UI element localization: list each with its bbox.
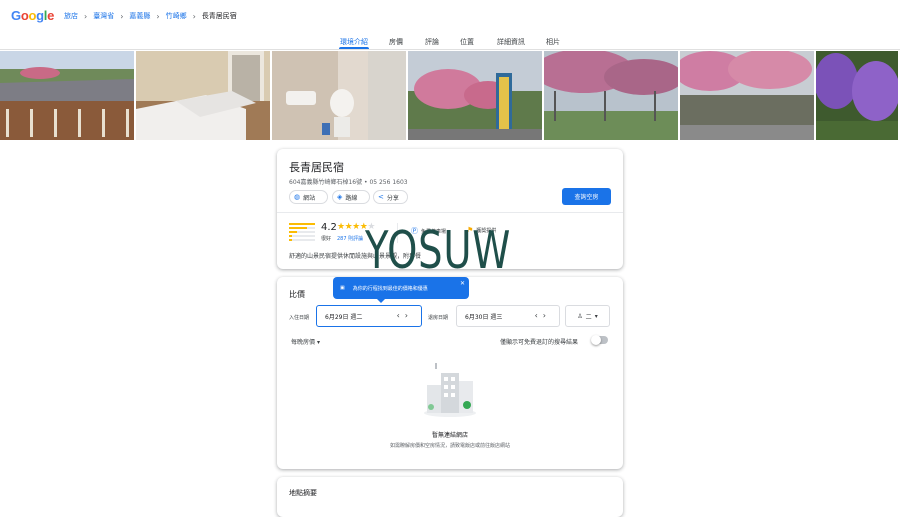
tab-details[interactable]: 詳細資訊 xyxy=(497,37,525,47)
tab-overview[interactable]: 環境介紹 xyxy=(340,37,368,47)
tooltip-arrow xyxy=(377,299,385,303)
chevron-right-icon: › xyxy=(120,11,124,21)
directions-button[interactable]: ◈ 路線 xyxy=(332,190,370,204)
location-card: 地點摘要 xyxy=(277,477,623,517)
per-night-label: 每晚房價 xyxy=(291,339,316,346)
date-stepper-icons[interactable]: ‹› xyxy=(397,311,413,320)
chevron-right-icon: › xyxy=(84,11,88,21)
prices-card: 比價 ▣ 為你的行程找到最佳的價格和優惠 ✕ 入住日期 6月29日 週二 ‹› … xyxy=(277,277,623,469)
photo-garden[interactable] xyxy=(544,51,678,140)
toggle-knob xyxy=(591,335,601,345)
active-tab-indicator xyxy=(339,47,369,49)
prices-title: 比價 xyxy=(289,290,305,299)
guests-selector[interactable]: ♙ 二 ▾ xyxy=(565,305,610,327)
photo-bedroom[interactable] xyxy=(136,51,270,140)
rating-word: 很好 xyxy=(321,236,332,242)
tab-reviews[interactable]: 評論 xyxy=(425,37,439,47)
checkin-value: 6月29日 週二 xyxy=(325,313,363,321)
person-icon: ♙ xyxy=(577,312,583,320)
photo-strip xyxy=(0,51,900,140)
checkout-value: 6月30日 週三 xyxy=(465,313,503,321)
per-night-dropdown[interactable]: 每晚房價 ▾ xyxy=(291,337,320,346)
checkout-date-field[interactable]: 6月30日 週三 ‹› xyxy=(456,305,560,327)
watermark-text: YOSUW xyxy=(365,221,512,281)
empty-state-subtitle: 如需瞭解房價和空房情況，請致電飯店或前往飯店網站 xyxy=(389,443,510,449)
chevron-down-icon: ▾ xyxy=(594,312,598,320)
top-bar: Google 旅店 › 臺灣省 › 嘉義縣 › 竹崎鄉 › 長青居民宿 xyxy=(0,0,900,30)
breadcrumb: 旅店 › 臺灣省 › 嘉義縣 › 竹崎鄉 › 長青居民宿 xyxy=(64,11,237,21)
directions-icon: ◈ xyxy=(337,193,343,201)
date-stepper-icons[interactable]: ‹› xyxy=(535,311,551,320)
star-icon: ★ xyxy=(352,222,360,232)
free-cancel-label: 僅顯示可免費退訂的搜尋結果 xyxy=(500,339,579,346)
chevron-down-icon: ▾ xyxy=(316,339,320,346)
guests-value: 二 xyxy=(585,313,592,321)
tab-photos[interactable]: 相片 xyxy=(546,37,560,47)
share-label: 分享 xyxy=(386,194,399,202)
tab-prices[interactable]: 房價 xyxy=(389,37,403,47)
free-cancel-toggle[interactable] xyxy=(591,335,608,345)
card-divider xyxy=(277,212,623,213)
breadcrumb-link[interactable]: 臺灣省 xyxy=(93,11,114,21)
photo-bathroom[interactable] xyxy=(272,51,406,140)
photo-building[interactable] xyxy=(0,51,134,140)
logo-letter: g xyxy=(36,8,44,23)
logo-letter: e xyxy=(47,8,55,23)
checkout-label: 退房日期 xyxy=(428,315,449,321)
photo-blossoms[interactable] xyxy=(680,51,814,140)
google-logo[interactable]: Google xyxy=(11,8,54,23)
tab-location[interactable]: 位置 xyxy=(460,37,474,47)
rating-distribution xyxy=(289,223,315,243)
no-results-illustration xyxy=(424,363,476,417)
share-icon: < xyxy=(378,193,384,201)
share-button[interactable]: < 分享 xyxy=(373,190,408,204)
breadcrumb-link[interactable]: 嘉義縣 xyxy=(129,11,150,21)
breadcrumb-current: 長青居民宿 xyxy=(201,12,237,20)
chevron-right-icon: › xyxy=(192,11,196,21)
hotel-name: 長青居民宿 xyxy=(289,161,344,174)
checkin-date-field[interactable]: 6月29日 週二 ‹› xyxy=(316,305,422,327)
empty-state-title: 暫無連結網店 xyxy=(431,432,468,439)
location-title: 地點摘要 xyxy=(289,489,317,497)
star-icon: ★ xyxy=(337,222,345,232)
breadcrumb-link[interactable]: 旅店 xyxy=(64,11,78,21)
close-icon[interactable]: ✕ xyxy=(460,280,465,287)
rating-score: 4.2 xyxy=(321,222,337,233)
photo-sign[interactable] xyxy=(408,51,542,140)
breadcrumb-link[interactable]: 竹崎鄉 xyxy=(166,11,187,21)
website-label: 網站 xyxy=(303,194,316,202)
hotel-address: 604嘉義縣竹崎鄉石棹16號 • 05 256 1603 xyxy=(289,179,408,186)
calendar-icon: ▣ xyxy=(340,285,345,291)
photo-flowers[interactable] xyxy=(816,51,898,140)
website-button[interactable]: ◍ 網站 xyxy=(289,190,328,204)
chevron-right-icon: › xyxy=(156,11,160,21)
tooltip-text: 為你的行程找到最佳的價格和優惠 xyxy=(352,285,428,292)
check-availability-button[interactable]: 查詢空房 xyxy=(562,188,611,205)
checkin-label: 入住日期 xyxy=(289,315,310,321)
globe-icon: ◍ xyxy=(294,193,301,201)
logo-letter: G xyxy=(11,8,21,23)
review-count-link[interactable]: 287 則評論 xyxy=(337,235,363,242)
logo-letter: o xyxy=(28,8,37,23)
directions-label: 路線 xyxy=(345,194,358,202)
section-tabs: 環境介紹 房價 評論 位置 詳細資訊 相片 xyxy=(0,30,900,50)
